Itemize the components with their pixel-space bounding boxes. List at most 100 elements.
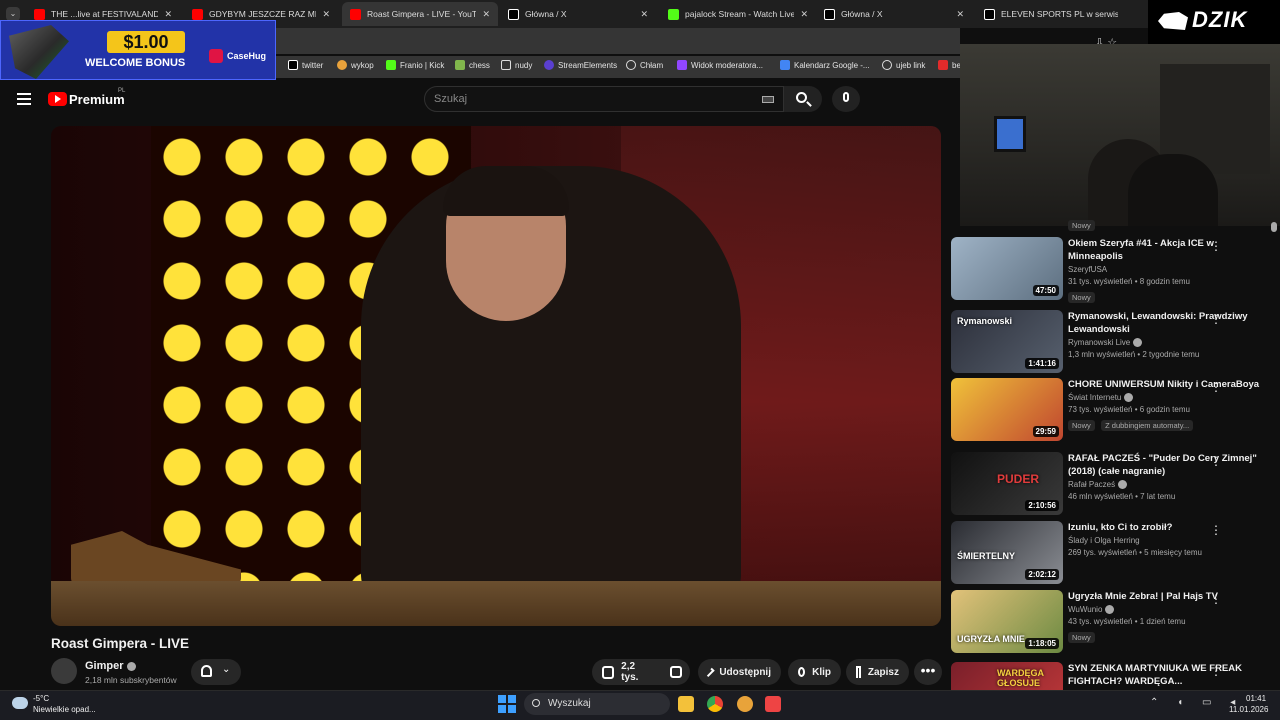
dislike-button[interactable]: [662, 659, 690, 685]
webcam-overlay: [960, 44, 1280, 226]
speaker-hair: [443, 166, 569, 216]
wykop-icon: [337, 60, 347, 70]
bookmark-chlam[interactable]: Chłam: [626, 60, 663, 70]
recommendation-title[interactable]: Izuniu, kto Ci to zrobił?: [1068, 521, 1263, 534]
bookmark-twitter[interactable]: twitter: [288, 60, 323, 70]
bookmark-ujeb-link[interactable]: ujeb link: [882, 60, 925, 70]
bookmark-wykop[interactable]: wykop: [337, 60, 374, 70]
keyboard-icon[interactable]: [762, 96, 774, 103]
bookmark-icon: [938, 60, 948, 70]
recommendation-item[interactable]: 29:59 CHORE UNIWERSUM Nikity i CameraBoy…: [951, 378, 1280, 446]
share-button[interactable]: Udostępnij: [698, 659, 781, 685]
notification-settings-button[interactable]: ⌄: [191, 659, 241, 685]
voice-search-button[interactable]: [832, 86, 860, 112]
video-thumbnail[interactable]: ŚMIERTELNY 2:02:12: [951, 521, 1063, 584]
bookmark-label: Chłam: [640, 60, 664, 70]
sidebar-scrollbar[interactable]: [1271, 222, 1277, 690]
more-options-icon[interactable]: ⋮: [1210, 312, 1222, 326]
recommendation-item[interactable]: Rymanowski 1:41:16 Rymanowski, Lewandows…: [951, 310, 1280, 378]
app-icon[interactable]: [737, 696, 753, 712]
recommendation-item[interactable]: UGRYZŁA MNIE 1:18:05 Ugryzła Mnie Zebra!…: [951, 590, 1280, 658]
recommendation-channel[interactable]: Rafał Pacześ: [1068, 480, 1263, 490]
recommendation-item[interactable]: PUDER 2:10:56 RAFAŁ PACZEŚ - "Puder Do C…: [951, 452, 1280, 520]
channel-avatar[interactable]: [51, 658, 77, 684]
more-options-icon[interactable]: ⋮: [1210, 592, 1222, 606]
video-thumbnail[interactable]: UGRYZŁA MNIE 1:18:05: [951, 590, 1063, 653]
tab-x-home-2[interactable]: Główna / X ✕: [816, 2, 972, 26]
video-thumbnail[interactable]: PUDER 2:10:56: [951, 452, 1063, 515]
close-tab-icon[interactable]: ✕: [482, 9, 490, 20]
bookmark-kalendarz-google[interactable]: Kalendarz Google -...: [780, 60, 870, 70]
video-thumbnail[interactable]: WARDĘGA GŁOSUJE: [951, 662, 1063, 690]
recommendation-title[interactable]: Rymanowski, Lewandowski: Prawdziwy Lewan…: [1068, 310, 1263, 336]
more-options-icon[interactable]: ⋮: [1210, 523, 1222, 537]
recommendation-title[interactable]: RAFAŁ PACZEŚ - "Puder Do Cery Zimnej" (2…: [1068, 452, 1263, 478]
clock-time[interactable]: 01:41: [1246, 694, 1266, 703]
tab-pajalock-stream[interactable]: pajalock Stream - Watch Live o... ✕: [660, 2, 816, 26]
microphone-icon: [843, 92, 849, 102]
more-options-icon[interactable]: ⋮: [1210, 454, 1222, 468]
like-button[interactable]: 2,2 tys.: [592, 659, 662, 685]
video-player[interactable]: [51, 126, 941, 626]
tab-eleven-sports[interactable]: ELEVEN SPORTS PL w serwisie...: [976, 2, 1126, 26]
recommendation-channel[interactable]: Ślady i Olga Herring: [1068, 536, 1263, 545]
bookmark-streamelements[interactable]: StreamElements: [544, 60, 617, 70]
x-icon: [288, 60, 298, 70]
tab-label: GDYBYM JESZCZE RAZ MIAŁ U...: [209, 9, 317, 19]
close-tab-icon[interactable]: ✕: [640, 9, 648, 20]
file-explorer-icon[interactable]: [678, 696, 694, 712]
recommendation-channel[interactable]: SzeryfUSA: [1068, 265, 1263, 274]
recommendation-channel[interactable]: Rymanowski Live: [1068, 338, 1263, 348]
search-input[interactable]: Szukaj: [424, 86, 784, 112]
youtube-logo-icon[interactable]: [48, 92, 67, 106]
search-button[interactable]: [784, 86, 822, 112]
more-options-icon[interactable]: ⋮: [1210, 380, 1222, 394]
x-favicon-icon: [984, 8, 995, 20]
snipping-tool-icon[interactable]: [765, 696, 781, 712]
recommendation-title[interactable]: CHORE UNIWERSUM Nikity i CameraBoya: [1068, 378, 1263, 391]
tab-roast-gimpera[interactable]: Roast Gimpera - LIVE - YouTube ✕: [342, 2, 498, 26]
weather-temperature[interactable]: -5°C: [33, 694, 49, 703]
bookmark-chess[interactable]: chess: [455, 60, 490, 70]
recommendation-item[interactable]: WARDĘGA GŁOSUJE SYN ZENKA MARTYNIUKA WE …: [951, 662, 1280, 690]
close-tab-icon[interactable]: ✕: [800, 9, 808, 20]
weather-icon[interactable]: [12, 697, 28, 709]
save-button[interactable]: Zapisz: [846, 659, 909, 685]
more-actions-button[interactable]: •••: [914, 659, 942, 685]
recommendation-title[interactable]: Okiem Szeryfa #41 - Akcja ICE w Minneapo…: [1068, 237, 1263, 263]
clip-button[interactable]: Klip: [788, 659, 841, 685]
windows-start-icon[interactable]: [498, 695, 516, 713]
video-thumbnail[interactable]: 47:50: [951, 237, 1063, 300]
hamburger-menu-icon[interactable]: [17, 93, 31, 105]
bookmark-nudy[interactable]: nudy: [501, 60, 532, 70]
youtube-brand[interactable]: Premium: [69, 92, 125, 107]
recommendation-title[interactable]: SYN ZENKA MARTYNIUKA WE FREAK FIGHTACH? …: [1068, 662, 1263, 688]
video-thumbnail[interactable]: Rymanowski 1:41:16: [951, 310, 1063, 373]
clock-date[interactable]: 11.01.2026: [1229, 705, 1268, 714]
more-options-icon[interactable]: ⋮: [1210, 664, 1222, 678]
tab-label: Główna / X: [525, 9, 567, 19]
tab-label: ELEVEN SPORTS PL w serwisie...: [1001, 9, 1118, 19]
recommendation-channel[interactable]: WuWunio: [1068, 605, 1263, 615]
more-options-icon[interactable]: ⋮: [1210, 239, 1222, 253]
recommendation-title[interactable]: Ugryzła Mnie Zebra! | Pal Hajs TV: [1068, 590, 1263, 603]
recommendation-channel[interactable]: Świat Internetu: [1068, 393, 1263, 403]
close-tab-icon[interactable]: ✕: [956, 9, 964, 20]
twitch-icon: [677, 60, 687, 70]
bookmark-widok-moderatora[interactable]: Widok moderatora...: [677, 60, 763, 70]
chrome-icon[interactable]: [707, 696, 723, 712]
video-thumbnail[interactable]: 29:59: [951, 378, 1063, 441]
scrollbar-handle[interactable]: [1271, 222, 1277, 232]
recommendation-item[interactable]: 47:50 Okiem Szeryfa #41 - Akcja ICE w Mi…: [951, 237, 1280, 305]
taskbar-search-input[interactable]: Wyszukaj: [524, 693, 670, 715]
weather-description[interactable]: Niewielkie opad...: [33, 705, 96, 714]
channel-label: Rafał Pacześ: [1068, 480, 1116, 489]
close-tab-icon[interactable]: ✕: [164, 9, 172, 20]
close-tab-icon[interactable]: ✕: [322, 9, 330, 20]
recommendation-item[interactable]: ŚMIERTELNY 2:02:12 Izuniu, kto Ci to zro…: [951, 521, 1280, 589]
tab-x-home[interactable]: Główna / X ✕: [500, 2, 656, 26]
bookmark-be[interactable]: be: [938, 60, 961, 70]
bookmark-franio-kick[interactable]: Franio | Kick: [386, 60, 444, 70]
tab-search-button[interactable]: ⌄: [6, 7, 20, 21]
channel-name-link[interactable]: Gimper: [85, 660, 136, 672]
